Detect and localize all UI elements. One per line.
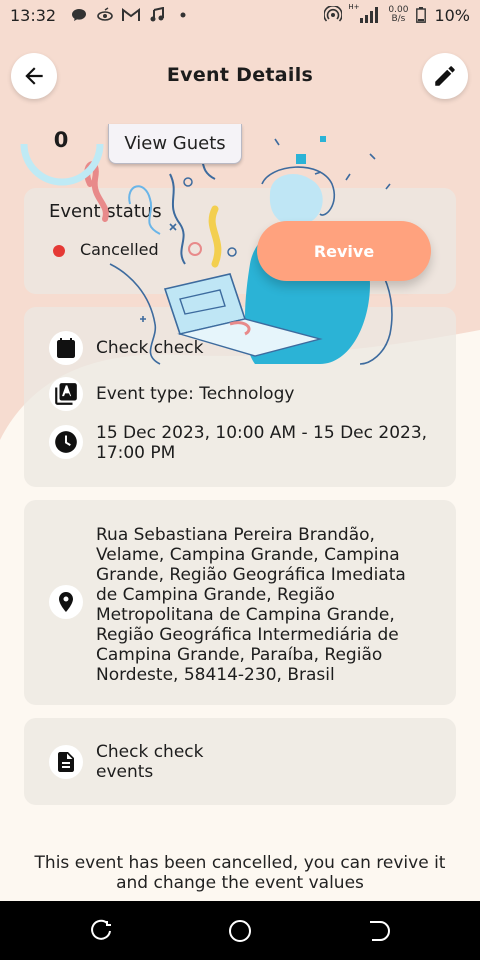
back-nav-icon[interactable]	[366, 919, 390, 943]
home-icon[interactable]	[228, 919, 252, 943]
description-line1: Check check	[96, 742, 204, 762]
event-name: Check check	[96, 338, 204, 358]
event-datetime-line2: 17:00 PM	[96, 443, 176, 463]
status-time: 13:32	[10, 5, 57, 25]
network-type: H+	[348, 3, 360, 11]
address-line: Campina Grande, Paraíba, Região	[96, 645, 383, 665]
status-dot	[53, 245, 65, 257]
antenna-icon	[96, 6, 114, 24]
address-line: Nordeste, 58414-230, Brasil	[96, 665, 335, 685]
cancelled-notice-line2: and change the event values	[116, 873, 364, 893]
event-description-card: Check check events	[24, 718, 456, 805]
battery-percent: 10%	[434, 5, 470, 25]
calendar-icon	[49, 331, 83, 365]
view-guests-button[interactable]: View Guets	[108, 124, 242, 164]
pencil-icon	[435, 66, 455, 86]
hotspot-icon	[324, 6, 343, 24]
event-info-card: Check check Event type: Technology 15 De…	[24, 307, 456, 487]
signal-icon: H+	[348, 3, 380, 24]
address-line: Grande, Região Geográfica Imediata	[96, 565, 406, 585]
guest-count: 0	[53, 128, 69, 152]
recent-apps-icon[interactable]	[90, 919, 114, 943]
page-title: Event Details	[166, 64, 314, 86]
revive-button[interactable]: Revive	[257, 221, 431, 281]
cancelled-notice: This event has been cancelled, you can r…	[20, 853, 460, 893]
event-status-value: Cancelled	[80, 240, 159, 259]
event-description: Check check events	[96, 742, 203, 782]
event-status-title: Event status	[49, 201, 162, 222]
status-bar: 13:32 H+ 0.00 B/s 10%	[0, 0, 480, 30]
category-icon	[49, 377, 83, 411]
gmail-icon	[122, 6, 141, 24]
description-line2: events	[96, 762, 154, 782]
location-pin-icon	[49, 585, 83, 619]
clock-icon	[49, 425, 83, 459]
system-nav-bar	[0, 901, 480, 960]
battery-icon	[416, 6, 427, 24]
event-address-card: Rua Sebastiana Pereira Brandão, Velame, …	[24, 500, 456, 705]
net-speed-unit: B/s	[391, 14, 406, 24]
address-line: Região Geográfica Intermediária de	[96, 625, 399, 645]
document-icon	[49, 745, 83, 779]
chat-bubble-icon	[70, 6, 88, 24]
address-line: Rua Sebastiana Pereira Brandão,	[96, 525, 375, 545]
event-address: Rua Sebastiana Pereira Brandão, Velame, …	[96, 525, 406, 685]
app-bar: Event Details	[0, 48, 480, 104]
event-datetime-line1: 15 Dec 2023, 10:00 AM - 15 Dec 2023,	[96, 423, 428, 443]
address-line: de Campina Grande, Região	[96, 585, 335, 605]
cancelled-notice-line1: This event has been cancelled, you can r…	[34, 853, 446, 873]
edit-button[interactable]	[422, 53, 468, 99]
event-type: Event type: Technology	[96, 384, 295, 404]
event-datetime: 15 Dec 2023, 10:00 AM - 15 Dec 2023, 17:…	[96, 423, 427, 463]
music-note-icon	[148, 6, 166, 24]
dot-icon	[174, 6, 192, 24]
address-line: Velame, Campina Grande, Campina	[96, 545, 400, 565]
net-speed: 0.00 B/s	[388, 6, 408, 24]
address-line: Metropolitana de Campina Grande,	[96, 605, 395, 625]
